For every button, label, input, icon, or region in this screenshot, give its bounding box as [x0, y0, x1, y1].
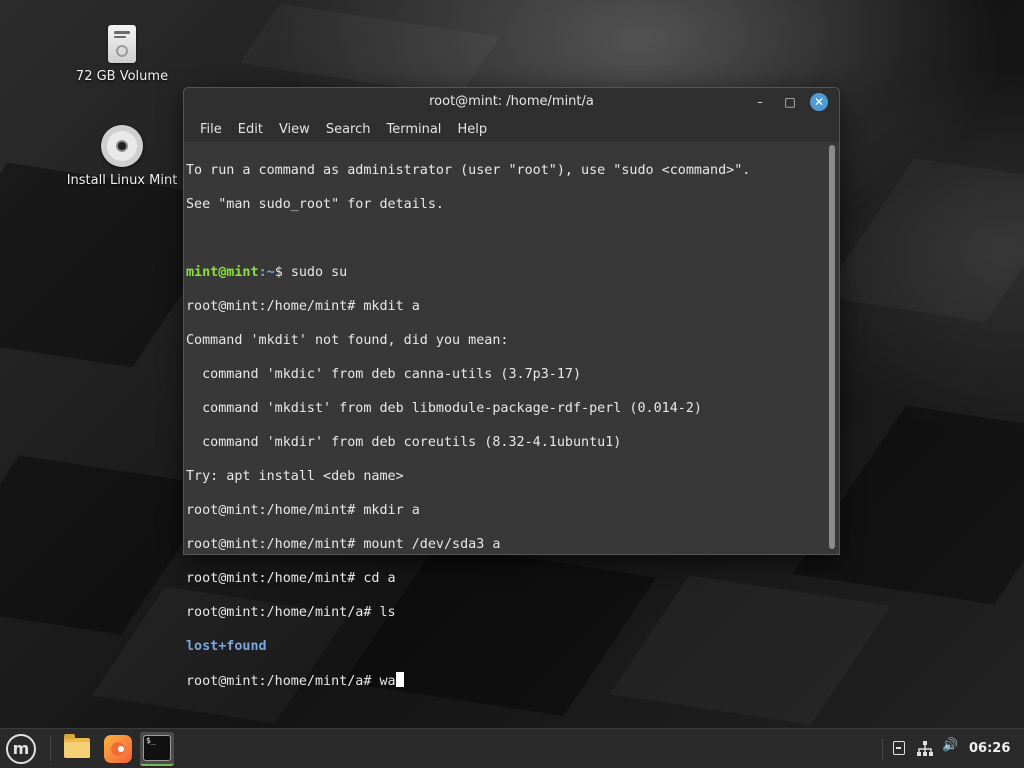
desktop-icon-label: Install Linux Mint: [66, 173, 178, 188]
desktop-icon-volume[interactable]: 72 GB Volume: [62, 25, 182, 84]
taskbar-firefox-button[interactable]: [101, 732, 135, 766]
menu-file[interactable]: File: [192, 116, 230, 142]
menu-edit[interactable]: Edit: [230, 116, 271, 142]
prompt-path: :~: [258, 265, 275, 280]
terminal-output[interactable]: To run a command as administrator (user …: [184, 143, 826, 689]
window-title: root@mint: /home/mint/a: [429, 94, 594, 109]
menu-search[interactable]: Search: [318, 116, 379, 142]
taskbar-files-button[interactable]: [60, 732, 94, 766]
terminal-line: Try: apt install <deb name>: [186, 469, 404, 484]
prompt-command: sudo su: [290, 265, 348, 280]
menu-view[interactable]: View: [271, 116, 318, 142]
text-cursor: [395, 672, 404, 687]
terminal-line: command 'mkdist' from deb libmodule-pack…: [186, 401, 702, 416]
terminal-current-input: root@mint:/home/mint/a# wa: [186, 674, 396, 689]
terminal-input-line[interactable]: root@mint:/home/mint/a# wa: [186, 672, 826, 689]
terminal-line: To run a command as administrator (user …: [186, 163, 751, 178]
mint-logo-icon[interactable]: m: [6, 734, 36, 764]
folder-icon: [64, 734, 90, 758]
taskbar-separator: [50, 737, 51, 761]
terminal-line: root@mint:/home/mint# mkdit a: [186, 299, 420, 314]
terminal-line: command 'mkdir' from deb coreutils (8.32…: [186, 435, 622, 450]
minimize-button[interactable]: –: [750, 92, 770, 112]
desktop-icon-install-mint[interactable]: Install Linux Mint: [62, 125, 182, 188]
terminal-line: Command 'mkdit' not found, did you mean:: [186, 333, 509, 348]
maximize-button[interactable]: □: [780, 92, 800, 112]
drive-icon: [108, 25, 136, 63]
scrollbar-thumb[interactable]: [829, 145, 835, 549]
taskbar-terminal-button[interactable]: $_: [140, 732, 174, 766]
clock[interactable]: 06:26: [969, 741, 1010, 756]
terminal-line-user-prompt: mint@mint:~$ sudo su: [186, 264, 826, 281]
terminal-line: root@mint:/home/mint# mkdir a: [186, 503, 420, 518]
terminal-line: root@mint:/home/mint/a# ls: [186, 605, 396, 620]
notes-icon[interactable]: [893, 741, 905, 755]
volume-icon[interactable]: 🔊: [942, 738, 958, 753]
terminal-window[interactable]: root@mint: /home/mint/a – □ ✕ File Edit …: [183, 87, 840, 689]
desktop-icon-label: 72 GB Volume: [75, 69, 169, 84]
menu-help[interactable]: Help: [449, 116, 495, 142]
scrollbar[interactable]: [829, 145, 835, 549]
firefox-icon: [104, 735, 132, 763]
terminal-line: root@mint:/home/mint# mount /dev/sda3 a: [186, 537, 501, 552]
taskbar: m $_ 🔊 06:26: [0, 728, 1024, 768]
directory-entry: lost+found: [186, 639, 267, 654]
cd-icon: [101, 125, 143, 167]
prompt-user: mint@mint: [186, 265, 259, 280]
menu-bar: File Edit View Search Terminal Help: [184, 116, 839, 142]
prompt-symbol: $: [274, 265, 291, 280]
close-button[interactable]: ✕: [810, 93, 828, 111]
terminal-line: See "man sudo_root" for details.: [186, 197, 444, 212]
terminal-line: command 'mkdic' from deb canna-utils (3.…: [186, 367, 582, 382]
menu-terminal[interactable]: Terminal: [378, 116, 449, 142]
tray-separator: [882, 739, 883, 759]
window-titlebar[interactable]: root@mint: /home/mint/a – □ ✕: [184, 88, 839, 116]
terminal-line: root@mint:/home/mint# cd a: [186, 571, 396, 586]
terminal-line-dir-listing: lost+found: [186, 638, 826, 655]
network-icon[interactable]: [916, 740, 934, 758]
terminal-icon: $_: [143, 735, 171, 761]
